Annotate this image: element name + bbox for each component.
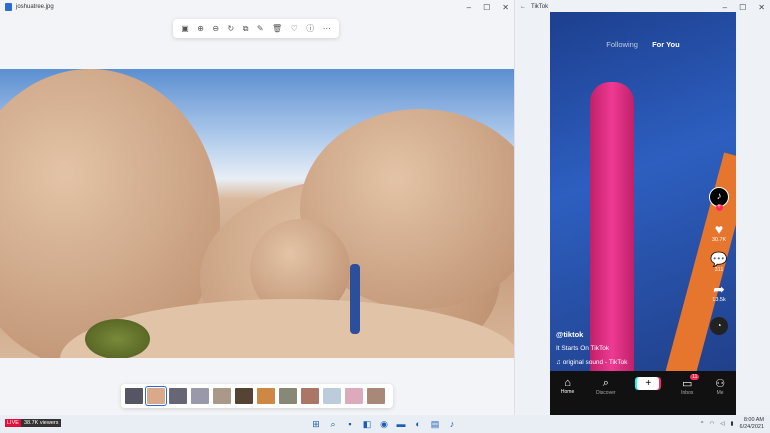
search-icon: ⌕ bbox=[602, 377, 609, 389]
search-icon[interactable]: ⌕ bbox=[327, 418, 339, 430]
filmstrip-thumbnail[interactable] bbox=[213, 388, 231, 404]
start-icon[interactable]: ⊞ bbox=[310, 418, 322, 430]
clock-time: 8:00 AM bbox=[743, 417, 764, 423]
profile-icon: ⚇ bbox=[715, 378, 726, 390]
live-badge: LIVE 38.7K viewers bbox=[5, 419, 62, 427]
filmstrip-thumbnail[interactable] bbox=[345, 388, 363, 404]
nav-discover[interactable]: ⌕ Discover bbox=[596, 377, 615, 396]
plus-icon: + bbox=[637, 377, 660, 390]
close-button[interactable]: ✕ bbox=[502, 3, 509, 12]
bottom-nav: ⌂ Home ⌕ Discover + ▭ 11 Inbox ⚇ Me bbox=[550, 371, 736, 415]
minimize-button[interactable]: – bbox=[723, 3, 727, 12]
photos-window: joshuatree.jpg – ☐ ✕ ▣ ⊕ ⊖ ↻ ⧉ ✎ 🗑 ♡ ⓘ ⋯ bbox=[0, 0, 514, 415]
filmstrip-thumbnail[interactable] bbox=[145, 386, 167, 406]
photo-joshua-tree bbox=[0, 69, 514, 358]
sound-disc-icon[interactable]: ◔ bbox=[710, 317, 728, 335]
nav-me-label: Me bbox=[716, 390, 724, 396]
clock[interactable]: 8:00 AM 6/24/2021 bbox=[740, 417, 764, 431]
follow-button[interactable]: + bbox=[715, 204, 723, 211]
gallery-icon[interactable]: ▣ bbox=[181, 24, 189, 33]
explorer-icon[interactable]: ▬ bbox=[395, 418, 407, 430]
chat-icon[interactable]: ◉ bbox=[378, 418, 390, 430]
inbox-badge: 11 bbox=[690, 374, 700, 380]
zoom-in-icon[interactable]: ⊕ bbox=[197, 24, 204, 33]
filmstrip-thumbnail[interactable] bbox=[279, 388, 297, 404]
minimize-button[interactable]: – bbox=[467, 3, 471, 12]
music-icon: ♫ bbox=[556, 359, 563, 366]
taskbar: LIVE 38.7K viewers ⊞ ⌕ ▪ ◧ ◉ ▬ ◐ ▤ ♪ ^ ◠ ◁ ▮ 8:0… bbox=[0, 415, 770, 433]
nav-home-label: Home bbox=[560, 389, 575, 395]
filmstrip-thumbnail[interactable] bbox=[257, 388, 275, 404]
volume-icon[interactable]: ◁ bbox=[720, 421, 724, 427]
delete-icon[interactable]: 🗑 bbox=[272, 24, 282, 33]
photo-toolbar: ▣ ⊕ ⊖ ↻ ⧉ ✎ 🗑 ♡ ⓘ ⋯ bbox=[173, 19, 339, 38]
username[interactable]: @tiktok bbox=[556, 330, 583, 339]
nav-discover-label: Discover bbox=[596, 390, 616, 396]
nav-me[interactable]: ⚇ Me bbox=[715, 377, 725, 396]
photos-app-icon bbox=[5, 3, 12, 11]
filmstrip bbox=[121, 384, 393, 408]
filmstrip-thumbnail[interactable] bbox=[191, 388, 209, 404]
favorite-icon[interactable]: ♡ bbox=[291, 24, 298, 33]
sound-name[interactable]: original sound - TikTok bbox=[563, 359, 628, 366]
widgets-icon[interactable]: ◧ bbox=[361, 418, 373, 430]
battery-icon[interactable]: ▮ bbox=[731, 421, 734, 427]
back-button[interactable]: ← bbox=[520, 4, 526, 10]
tray-chevron-icon[interactable]: ^ bbox=[701, 421, 704, 427]
share-icon[interactable]: ➦ bbox=[713, 281, 725, 297]
photos-title: joshuatree.jpg bbox=[16, 4, 54, 10]
taskbar-apps: ⊞ ⌕ ▪ ◧ ◉ ▬ ◐ ▤ ♪ bbox=[310, 418, 458, 430]
edge-icon[interactable]: ◐ bbox=[412, 418, 424, 430]
task-view-icon[interactable]: ▪ bbox=[344, 418, 356, 430]
like-count: 30.7K bbox=[711, 237, 727, 243]
create-button[interactable]: + bbox=[637, 377, 660, 390]
clock-date: 6/24/2021 bbox=[739, 424, 764, 430]
viewer-count: 38.7K viewers bbox=[20, 419, 62, 427]
filmstrip-thumbnail[interactable] bbox=[235, 388, 253, 404]
video-content bbox=[590, 82, 634, 382]
zoom-out-icon[interactable]: ⊖ bbox=[212, 24, 219, 33]
filmstrip-thumbnail[interactable] bbox=[169, 388, 187, 404]
close-button[interactable]: ✕ bbox=[758, 3, 765, 12]
crop-icon[interactable]: ⧉ bbox=[243, 24, 249, 34]
nav-home[interactable]: ⌂ Home bbox=[561, 377, 574, 395]
wifi-icon[interactable]: ◠ bbox=[709, 421, 714, 427]
home-icon: ⌂ bbox=[564, 377, 571, 389]
system-tray: ^ ◠ ◁ ▮ 8:00 AM 6/24/2021 bbox=[701, 417, 764, 431]
filmstrip-thumbnail[interactable] bbox=[323, 388, 341, 404]
caption: It Starts On TikTok bbox=[556, 345, 610, 352]
edit-icon[interactable]: ✎ bbox=[257, 24, 264, 33]
maximize-button[interactable]: ☐ bbox=[739, 3, 746, 12]
live-label: LIVE bbox=[5, 419, 21, 427]
photos-titlebar: joshuatree.jpg – ☐ ✕ bbox=[0, 0, 514, 14]
tiktok-title: TikTok bbox=[531, 4, 549, 10]
more-icon[interactable]: ⋯ bbox=[323, 24, 331, 33]
share-count: 13.5k bbox=[712, 297, 726, 303]
tiktok-video[interactable]: Following For You ♪ + ♥ 30.7K 💬 311 ➦ 13… bbox=[550, 12, 736, 415]
like-icon[interactable]: ♥ bbox=[715, 221, 723, 237]
filmstrip-thumbnail[interactable] bbox=[367, 388, 385, 404]
filmstrip-thumbnail[interactable] bbox=[125, 388, 143, 404]
tab-following[interactable]: Following bbox=[606, 40, 638, 49]
comment-count: 311 bbox=[714, 267, 724, 273]
nav-inbox[interactable]: ▭ 11 Inbox bbox=[681, 374, 700, 396]
store-icon[interactable]: ▤ bbox=[429, 418, 441, 430]
rotate-icon[interactable]: ↻ bbox=[228, 24, 235, 33]
comment-icon[interactable]: 💬 bbox=[710, 251, 727, 267]
filmstrip-thumbnail[interactable] bbox=[301, 388, 319, 404]
nav-inbox-label: Inbox bbox=[681, 390, 694, 396]
maximize-button[interactable]: ☐ bbox=[483, 3, 490, 12]
tiktok-icon[interactable]: ♪ bbox=[446, 418, 458, 430]
info-icon[interactable]: ⓘ bbox=[306, 23, 314, 34]
tab-for-you[interactable]: For You bbox=[652, 40, 680, 49]
